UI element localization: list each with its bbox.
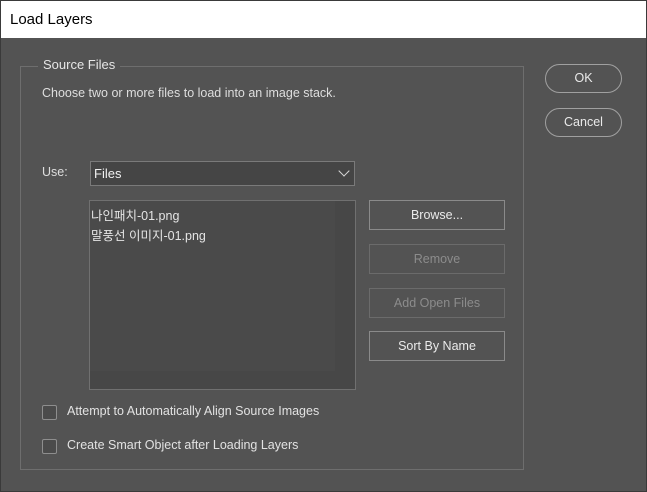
file-list-item[interactable]: 말풍선 이미지-01.png — [91, 225, 206, 244]
source-files-description: Choose two or more files to load into an… — [42, 86, 336, 100]
sort-by-name-button[interactable]: Sort By Name — [369, 331, 505, 361]
ok-button[interactable]: OK — [545, 64, 622, 93]
use-label: Use: — [42, 165, 68, 179]
title-bar[interactable]: Load Layers — [1, 1, 646, 38]
source-files-legend: Source Files — [38, 57, 121, 72]
remove-button[interactable]: Remove — [369, 244, 505, 274]
cancel-button[interactable]: Cancel — [545, 108, 622, 137]
dialog-title: Load Layers — [10, 11, 93, 28]
auto-align-checkbox[interactable] — [42, 405, 57, 420]
smart-object-label: Create Smart Object after Loading Layers — [67, 438, 299, 452]
use-select[interactable]: Files — [90, 161, 355, 186]
vertical-scrollbar[interactable] — [335, 201, 355, 371]
file-list[interactable]: 나인패치-01.png 말풍선 이미지-01.png — [89, 200, 356, 390]
smart-object-checkbox[interactable] — [42, 439, 57, 454]
browse-button[interactable]: Browse... — [369, 200, 505, 230]
auto-align-label: Attempt to Automatically Align Source Im… — [67, 404, 320, 418]
file-list-item[interactable]: 나인패치-01.png — [91, 205, 179, 224]
chevron-down-icon — [338, 165, 350, 177]
add-open-files-button[interactable]: Add Open Files — [369, 288, 505, 318]
horizontal-scrollbar[interactable] — [90, 371, 355, 389]
use-select-value: Files — [94, 166, 122, 181]
